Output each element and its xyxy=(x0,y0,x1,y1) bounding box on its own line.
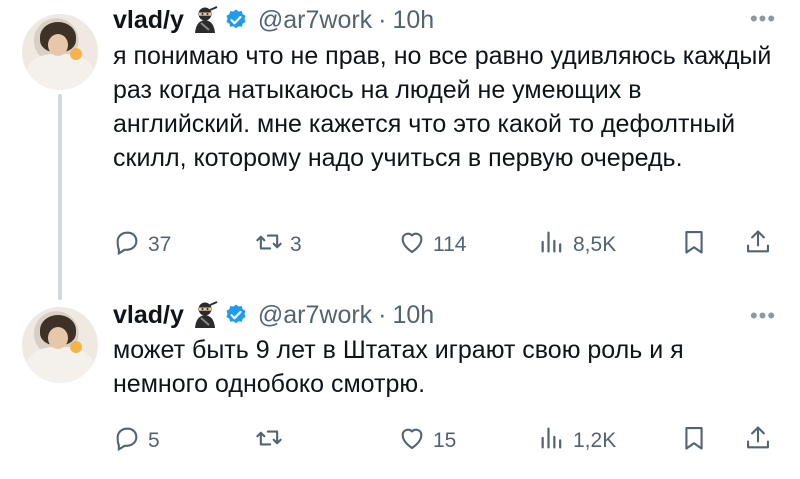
ninja-emoji-icon xyxy=(192,6,218,34)
like-button[interactable]: 15 xyxy=(398,421,456,461)
bookmark-icon xyxy=(680,228,708,262)
author-name[interactable]: vlad/y xyxy=(113,301,184,330)
views-count: 1,2K xyxy=(573,429,617,452)
author-handle[interactable]: @ar7work xyxy=(258,6,372,35)
author-handle[interactable]: @ar7work xyxy=(258,301,372,330)
like-icon xyxy=(398,424,426,458)
more-icon[interactable]: ••• xyxy=(748,303,778,328)
reply-count: 5 xyxy=(148,429,160,452)
avatar[interactable] xyxy=(22,307,98,383)
like-button[interactable]: 114 xyxy=(398,225,466,265)
thread-connector-line xyxy=(58,94,62,300)
more-icon[interactable]: ••• xyxy=(748,6,778,31)
share-icon xyxy=(744,424,772,458)
share-button[interactable] xyxy=(744,421,772,461)
verified-badge-icon[interactable] xyxy=(224,303,248,327)
repost-icon xyxy=(255,424,283,458)
bookmark-icon xyxy=(680,424,708,458)
separator-dot: · xyxy=(378,5,387,34)
tweet-header: vlad/y @ar7work · 10h xyxy=(113,298,434,332)
share-icon xyxy=(744,228,772,262)
tweet-text: может быть 9 лет в Штатах играют свою ро… xyxy=(113,336,684,398)
repost-count: 3 xyxy=(290,233,302,256)
timestamp[interactable]: 10h xyxy=(393,301,435,330)
views-icon xyxy=(538,424,566,458)
like-count: 15 xyxy=(433,429,457,452)
tweet-text: я понимаю что не прав, но все равно удив… xyxy=(113,42,772,172)
action-bar: 37 3 114 8,5K xyxy=(0,225,800,265)
views-icon xyxy=(538,228,566,262)
separator-dot: · xyxy=(378,300,387,329)
timestamp[interactable]: 10h xyxy=(393,6,435,35)
reply-count: 37 xyxy=(148,233,172,256)
tweet[interactable]: vlad/y @ar7work · 10h ••• я понимаю что … xyxy=(0,0,800,300)
reply-button[interactable]: 37 xyxy=(113,225,171,265)
bookmark-button[interactable] xyxy=(680,421,708,461)
action-bar: 5 15 1,2K xyxy=(0,421,800,461)
like-count: 114 xyxy=(433,233,467,256)
reply-button[interactable]: 5 xyxy=(113,421,160,461)
bookmark-button[interactable] xyxy=(680,225,708,265)
reply-icon xyxy=(113,228,141,262)
reply-icon xyxy=(113,424,141,458)
verified-badge-icon[interactable] xyxy=(224,8,248,32)
repost-button[interactable]: 3 xyxy=(255,225,302,265)
avatar[interactable] xyxy=(22,14,98,90)
repost-button[interactable] xyxy=(255,421,290,461)
share-button[interactable] xyxy=(744,225,772,265)
ninja-emoji-icon xyxy=(192,301,218,329)
views-button[interactable]: 1,2K xyxy=(538,421,616,461)
tweet[interactable]: vlad/y @ar7work · 10h ••• может быть 9 л… xyxy=(0,295,800,479)
author-name[interactable]: vlad/y xyxy=(113,6,184,35)
tweet-header: vlad/y @ar7work · 10h xyxy=(113,3,434,37)
views-button[interactable]: 8,5K xyxy=(538,225,616,265)
repost-icon xyxy=(255,228,283,262)
like-icon xyxy=(398,228,426,262)
views-count: 8,5K xyxy=(573,233,617,256)
